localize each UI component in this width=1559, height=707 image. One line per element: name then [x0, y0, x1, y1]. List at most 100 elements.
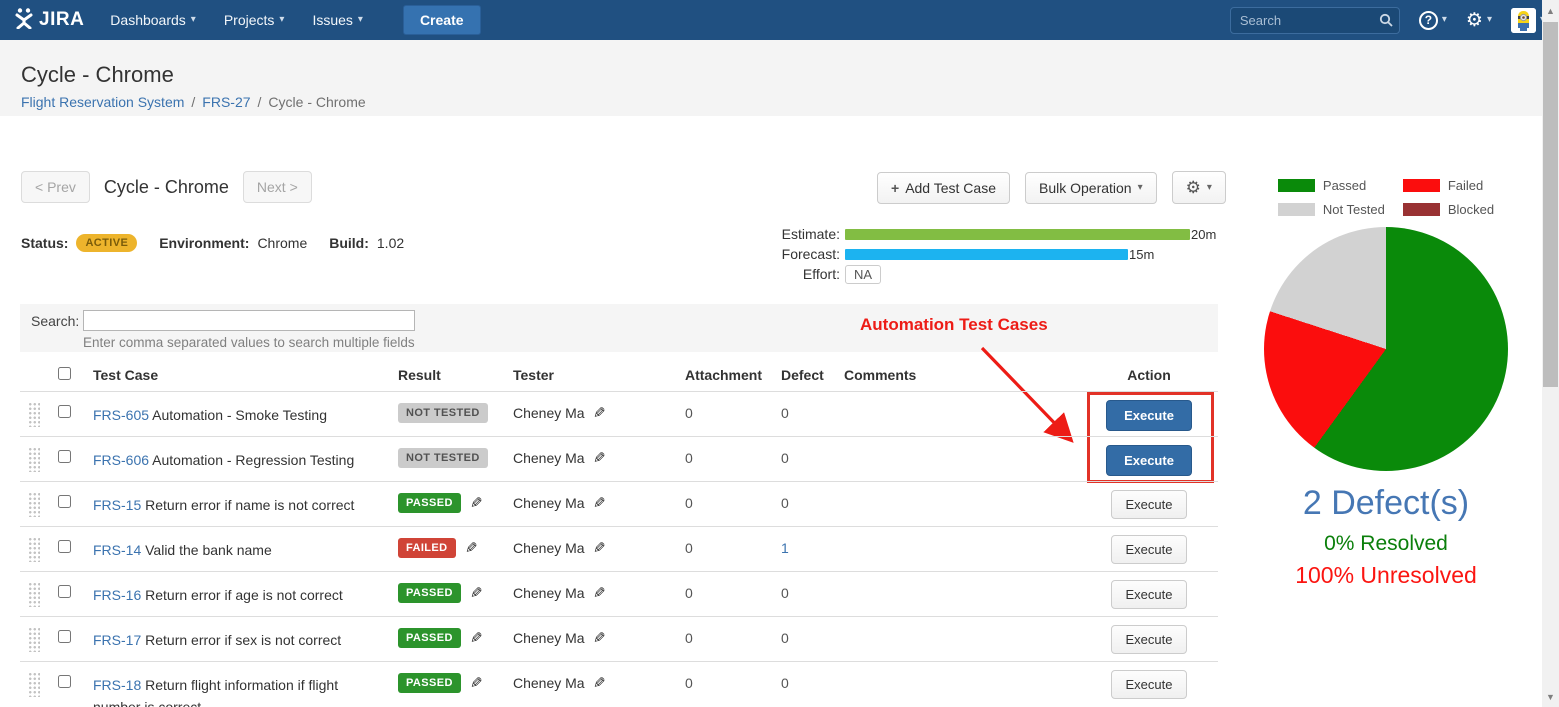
add-test-case-button[interactable]: + Add Test Case [877, 172, 1010, 204]
row-checkbox[interactable] [58, 675, 71, 688]
edit-result-icon[interactable]: ✎ [470, 584, 483, 602]
scroll-up-icon[interactable]: ▲ [1542, 2, 1559, 19]
environment-value: Chrome [257, 235, 307, 251]
estimate-bar [845, 229, 1190, 240]
select-all-checkbox[interactable] [58, 367, 71, 380]
drag-handle-icon[interactable] [28, 627, 40, 652]
row-checkbox[interactable] [58, 405, 71, 418]
build-label: Build: [329, 235, 369, 251]
legend-swatch [1403, 203, 1440, 216]
search-input[interactable] [1230, 7, 1400, 34]
execute-button[interactable]: Execute [1111, 490, 1188, 519]
edit-tester-icon[interactable]: ✎ [593, 629, 606, 647]
row-checkbox[interactable] [58, 495, 71, 508]
legend-swatch [1278, 203, 1315, 216]
attachment-count: 0 [685, 572, 781, 601]
result-badge[interactable]: PASSED [398, 673, 461, 693]
jira-logo-text: JIRA [39, 9, 84, 31]
nav-projects[interactable]: Projects ▾ [224, 12, 285, 28]
settings-menu[interactable]: ⚙ ▾ [1466, 11, 1492, 30]
build-value: 1.02 [377, 235, 404, 251]
execute-button[interactable]: Execute [1106, 400, 1192, 431]
execute-button[interactable]: Execute [1111, 535, 1188, 564]
comments-cell [844, 392, 1080, 405]
breadcrumb-project-link[interactable]: Flight Reservation System [21, 94, 184, 110]
edit-tester-icon[interactable]: ✎ [593, 584, 606, 602]
edit-tester-icon[interactable]: ✎ [593, 539, 606, 557]
execute-button[interactable]: Execute [1111, 625, 1188, 654]
result-badge[interactable]: PASSED [398, 583, 461, 603]
table-row: FRS-16 Return error if age is not correc… [20, 572, 1218, 617]
scrollbar-thumb[interactable] [1543, 22, 1558, 387]
vertical-scrollbar[interactable]: ▲ ▼ [1542, 0, 1559, 707]
cycle-progress: Estimate: 20m Forecast: 15m Effort: NA [776, 224, 1218, 284]
comments-cell [844, 617, 1080, 630]
result-badge[interactable]: NOT TESTED [398, 403, 488, 423]
row-checkbox[interactable] [58, 540, 71, 553]
edit-tester-icon[interactable]: ✎ [593, 449, 606, 467]
cycle-meta: Status: ACTIVE Environment: Chrome Build… [21, 234, 418, 252]
result-badge[interactable]: FAILED [398, 538, 456, 558]
nav-dashboards[interactable]: Dashboards ▾ [110, 12, 196, 28]
test-case-link[interactable]: FRS-605 [93, 407, 149, 423]
help-menu[interactable]: ? ▾ [1419, 11, 1447, 30]
chevron-down-icon: ▾ [1207, 183, 1212, 193]
help-icon: ? [1419, 11, 1438, 30]
drag-handle-icon[interactable] [28, 537, 40, 562]
test-case-link[interactable]: FRS-14 [93, 542, 141, 558]
drag-handle-icon[interactable] [28, 672, 40, 697]
user-menu[interactable]: ▾ [1511, 8, 1545, 33]
tester-name: Cheney Ma [513, 450, 585, 466]
execute-button[interactable]: Execute [1111, 580, 1188, 609]
result-badge[interactable]: PASSED [398, 493, 461, 513]
table-row: FRS-17 Return error if sex is not correc… [20, 617, 1218, 662]
edit-result-icon[interactable]: ✎ [465, 539, 478, 557]
next-button[interactable]: Next > [243, 171, 312, 203]
result-badge[interactable]: PASSED [398, 628, 461, 648]
scroll-down-icon[interactable]: ▼ [1542, 688, 1559, 705]
execute-button[interactable]: Execute [1106, 445, 1192, 476]
test-case-link[interactable]: FRS-15 [93, 497, 141, 513]
row-checkbox[interactable] [58, 630, 71, 643]
breadcrumb-issue-link[interactable]: FRS-27 [202, 94, 250, 110]
drag-handle-icon[interactable] [28, 402, 40, 427]
top-navbar: JIRA Dashboards ▾ Projects ▾ Issues ▾ Cr… [0, 0, 1559, 40]
row-checkbox[interactable] [58, 450, 71, 463]
drag-handle-icon[interactable] [28, 447, 40, 472]
row-checkbox[interactable] [58, 585, 71, 598]
edit-tester-icon[interactable]: ✎ [593, 494, 606, 512]
test-case-link[interactable]: FRS-18 [93, 677, 141, 693]
edit-tester-icon[interactable]: ✎ [593, 674, 606, 692]
drag-handle-icon[interactable] [28, 582, 40, 607]
comments-cell [844, 572, 1080, 585]
execution-summary-panel: PassedFailedNot TestedBlocked 2 Defect(s… [1250, 178, 1522, 589]
drag-handle-icon[interactable] [28, 492, 40, 517]
legend-label: Failed [1448, 178, 1483, 193]
test-case-link[interactable]: FRS-16 [93, 587, 141, 603]
result-badge[interactable]: NOT TESTED [398, 448, 488, 468]
search-icon[interactable] [1379, 13, 1393, 32]
chevron-down-icon: ▾ [1487, 15, 1492, 25]
prev-button[interactable]: < Prev [21, 171, 90, 203]
test-case-link[interactable]: FRS-17 [93, 632, 141, 648]
cycle-settings-button[interactable]: ⚙ ▾ [1172, 171, 1226, 204]
comments-cell [844, 482, 1080, 495]
edit-result-icon[interactable]: ✎ [470, 674, 483, 692]
annotation-automation-test-cases: Automation Test Cases [860, 315, 1048, 335]
test-case-search-input[interactable] [83, 310, 415, 331]
defect-resolved-text: 0% Resolved [1250, 532, 1522, 556]
jira-logo[interactable]: JIRA [14, 7, 84, 34]
test-case-link[interactable]: FRS-606 [93, 452, 149, 468]
execute-button[interactable]: Execute [1111, 670, 1188, 699]
nav-issues[interactable]: Issues ▾ [312, 12, 363, 28]
edit-result-icon[interactable]: ✎ [470, 494, 483, 512]
bulk-operation-button[interactable]: Bulk Operation ▾ [1025, 172, 1157, 204]
table-row: FRS-606 Automation - Regression Testing … [20, 437, 1218, 482]
create-button[interactable]: Create [403, 5, 481, 35]
edit-tester-icon[interactable]: ✎ [593, 404, 606, 422]
edit-result-icon[interactable]: ✎ [470, 629, 483, 647]
table-header: Test Case Result Tester Attachment Defec… [20, 362, 1218, 392]
comments-cell [844, 437, 1080, 450]
col-tester: Tester [513, 367, 685, 383]
test-case-summary: Return error if age is not correct [145, 587, 343, 603]
